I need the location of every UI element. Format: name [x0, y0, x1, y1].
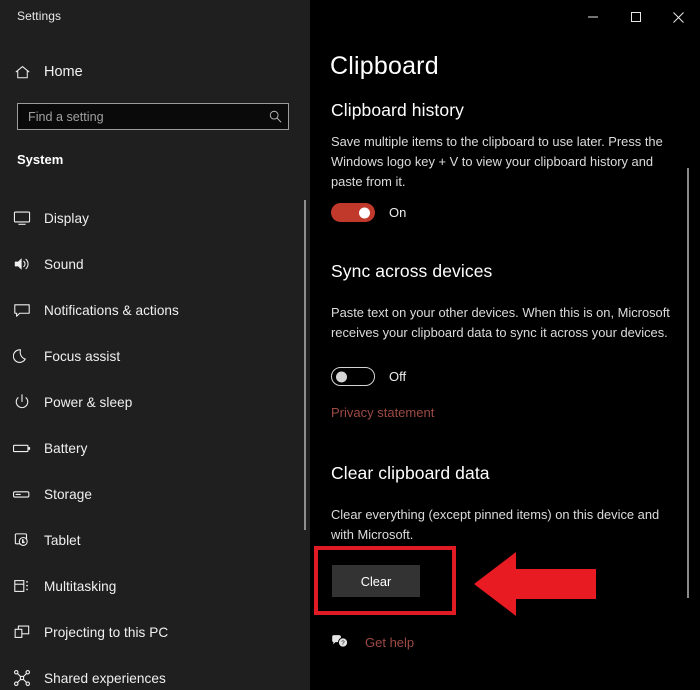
help-bubble-icon: ? — [331, 634, 357, 650]
sync-toggle[interactable]: Off — [331, 367, 406, 386]
sidebar-item-sound[interactable]: Sound — [0, 241, 305, 287]
window-controls — [571, 0, 700, 34]
settings-window: Settings Home Find a setting System Disp… — [0, 0, 700, 690]
sidebar-item-projecting-to-this-pc[interactable]: Projecting to this PC — [0, 609, 305, 655]
sidebar-item-home[interactable]: Home — [0, 57, 300, 87]
sidebar-nav-list: Display Sound Notifications & actions Focus… — [0, 195, 305, 690]
sidebar-item-home-label: Home — [44, 64, 83, 80]
section-description-sync: Paste text on your other devices. When t… — [331, 305, 670, 340]
section-heading-clear: Clear clipboard data — [331, 463, 490, 483]
main-scrollbar[interactable] — [686, 168, 690, 598]
toggle-knob — [359, 207, 370, 218]
get-help-label: Get help — [365, 634, 415, 650]
sidebar-item-storage[interactable]: Storage — [0, 471, 305, 517]
svg-text:?: ? — [341, 640, 345, 647]
sidebar-item-label: Multitasking — [44, 578, 117, 594]
battery-icon — [0, 439, 44, 457]
sidebar-item-label: Power & sleep — [44, 394, 133, 410]
sidebar-item-label: Tablet — [44, 532, 81, 548]
section-heading-sync: Sync across devices — [331, 261, 493, 281]
search-icon — [262, 109, 288, 124]
sidebar-item-tablet[interactable]: Tablet — [0, 517, 305, 563]
search-placeholder: Find a setting — [28, 109, 104, 124]
sidebar-item-label: Storage — [44, 486, 92, 502]
sidebar-item-multitasking[interactable]: Multitasking — [0, 563, 305, 609]
sync-toggle-state: Off — [389, 369, 407, 384]
sidebar-item-label: Focus assist — [44, 348, 121, 364]
main-scrollbar-thumb[interactable] — [687, 168, 689, 598]
search-input[interactable]: Find a setting — [17, 103, 289, 130]
minimize-icon[interactable] — [571, 0, 614, 34]
home-icon — [0, 64, 44, 81]
projecting-icon — [0, 623, 44, 641]
sidebar-item-label: Notifications & actions — [44, 302, 179, 318]
section-description-clear: Clear everything (except pinned items) o… — [331, 507, 660, 542]
storage-icon — [0, 485, 44, 503]
tablet-icon — [0, 531, 44, 549]
multitasking-icon — [0, 577, 44, 595]
power-icon — [0, 393, 44, 411]
close-icon[interactable] — [657, 0, 700, 34]
monitor-icon — [0, 209, 44, 227]
section-description-history: Save multiple items to the clipboard to … — [331, 134, 663, 189]
sidebar-item-focus-assist[interactable]: Focus assist — [0, 333, 305, 379]
sidebar-item-label: Shared experiences — [44, 670, 166, 686]
sidebar-scrollbar-thumb[interactable] — [304, 200, 306, 530]
sidebar-item-label: Sound — [44, 256, 84, 272]
sidebar-item-power-sleep[interactable]: Power & sleep — [0, 379, 305, 425]
share-icon — [0, 669, 44, 687]
sidebar-section-title: System — [17, 152, 64, 167]
maximize-icon[interactable] — [614, 0, 657, 34]
sidebar-item-shared-experiences[interactable]: Shared experiences — [0, 655, 305, 690]
moon-icon — [0, 347, 44, 365]
sidebar: Settings Home Find a setting System Disp… — [0, 0, 310, 690]
toggle-switch-on[interactable] — [331, 203, 375, 222]
page-title: Clipboard — [330, 52, 439, 80]
speaker-icon — [0, 255, 44, 273]
clipboard-history-toggle[interactable]: On — [331, 203, 406, 222]
clipboard-history-toggle-state: On — [389, 205, 407, 220]
sidebar-scrollbar[interactable] — [303, 200, 307, 530]
clear-button[interactable]: Clear — [332, 565, 420, 597]
sidebar-item-notifications-actions[interactable]: Notifications & actions — [0, 287, 305, 333]
privacy-statement-link[interactable]: Privacy statement — [331, 405, 434, 420]
toggle-knob — [336, 371, 347, 382]
get-help-link[interactable]: ? Get help — [331, 634, 414, 650]
section-heading-history: Clipboard history — [331, 100, 465, 120]
toggle-switch-off[interactable] — [331, 367, 375, 386]
app-title: Settings — [17, 9, 62, 23]
sidebar-item-label: Projecting to this PC — [44, 624, 169, 640]
sidebar-item-battery[interactable]: Battery — [0, 425, 305, 471]
sidebar-item-display[interactable]: Display — [0, 195, 305, 241]
sidebar-item-label: Battery — [44, 440, 88, 456]
sidebar-item-label: Display — [44, 210, 89, 226]
notification-icon — [0, 301, 44, 319]
